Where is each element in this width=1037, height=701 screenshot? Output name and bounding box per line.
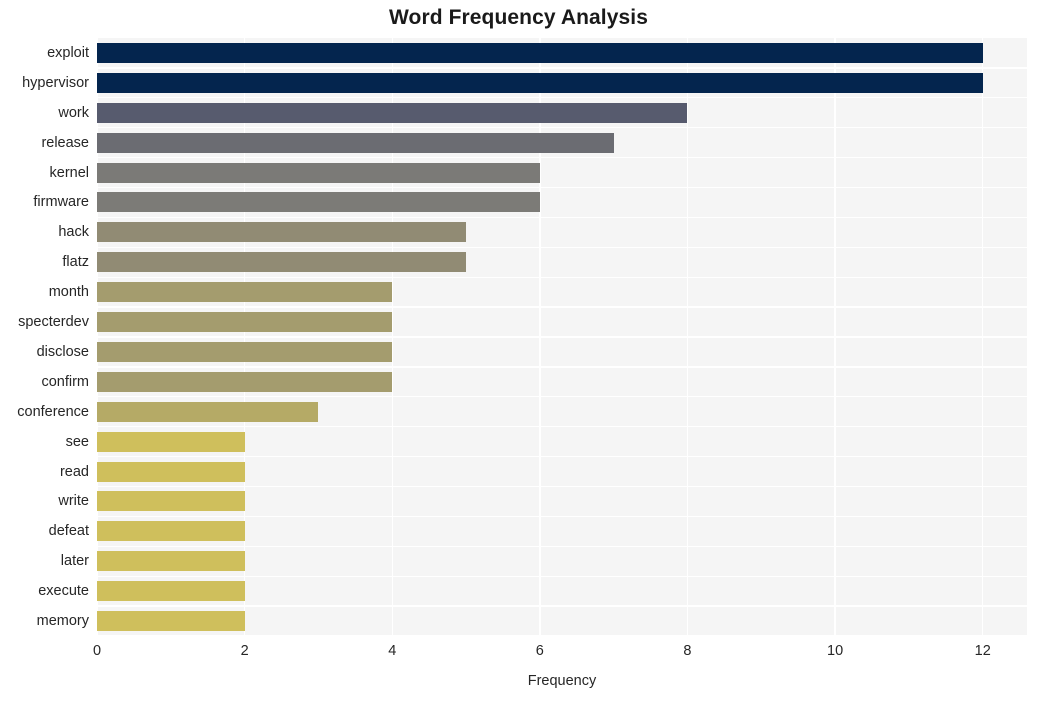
y-tick-label: firmware <box>33 194 89 211</box>
x-tick-label: 10 <box>827 643 844 659</box>
bar[interactable] <box>97 551 245 572</box>
bar[interactable] <box>97 491 245 512</box>
y-tick-label: specterdev <box>18 314 89 331</box>
chart-title: Word Frequency Analysis <box>388 6 649 29</box>
bar[interactable] <box>97 461 245 482</box>
y-tick-label: read <box>59 463 89 480</box>
bar[interactable] <box>97 282 393 303</box>
y-tick-label: exploit <box>47 44 89 61</box>
y-tick-label: flatz <box>62 254 89 271</box>
bar[interactable] <box>97 192 540 213</box>
y-tick-label: write <box>58 493 89 510</box>
y-tick-label: release <box>41 134 89 151</box>
y-tick-label: work <box>58 104 89 121</box>
bar[interactable] <box>97 371 393 392</box>
bar[interactable] <box>97 431 245 452</box>
y-tick-label: defeat <box>48 523 89 540</box>
bar[interactable] <box>97 222 467 243</box>
x-tick-label: 0 <box>92 643 102 659</box>
y-tick-label: execute <box>38 583 89 600</box>
bar[interactable] <box>97 102 688 123</box>
bar[interactable] <box>97 521 245 542</box>
y-axis-tick-labels: exploit hypervisor work release kernel firmwa… <box>0 38 89 636</box>
x-axis-tick-labels: 0 2 4 6 8 10 12 <box>93 643 1027 669</box>
bar[interactable] <box>97 162 540 183</box>
y-tick-label: month <box>48 284 89 301</box>
y-tick-label: memory <box>36 613 89 630</box>
bar[interactable] <box>97 72 983 93</box>
y-tick-label: hypervisor <box>22 74 89 91</box>
x-tick-label: 2 <box>240 643 249 659</box>
x-axis-label: Frequency <box>527 673 597 689</box>
y-tick-label: disclose <box>36 343 89 360</box>
x-tick-label: 8 <box>683 643 692 659</box>
x-tick-label: 4 <box>388 643 397 659</box>
plot-area <box>97 38 1027 636</box>
bar[interactable] <box>97 42 983 63</box>
y-tick-label: see <box>65 433 89 450</box>
bar[interactable] <box>97 401 319 422</box>
y-tick-label: confirm <box>41 373 89 390</box>
y-tick-label: later <box>60 553 89 570</box>
y-tick-label: kernel <box>49 164 90 181</box>
bar[interactable] <box>97 312 393 333</box>
x-tick-label: 12 <box>974 643 991 659</box>
bar[interactable] <box>97 341 393 362</box>
bar[interactable] <box>97 581 245 602</box>
y-tick-label: conference <box>17 403 89 420</box>
x-tick-label: 6 <box>535 643 544 659</box>
chart-figure: Word Frequency Analysis exploit hyperviso… <box>0 0 1037 701</box>
bar[interactable] <box>97 252 467 273</box>
bar[interactable] <box>97 611 245 632</box>
y-tick-label: hack <box>58 224 89 241</box>
bar[interactable] <box>97 132 614 153</box>
bars-layer <box>97 38 1027 636</box>
